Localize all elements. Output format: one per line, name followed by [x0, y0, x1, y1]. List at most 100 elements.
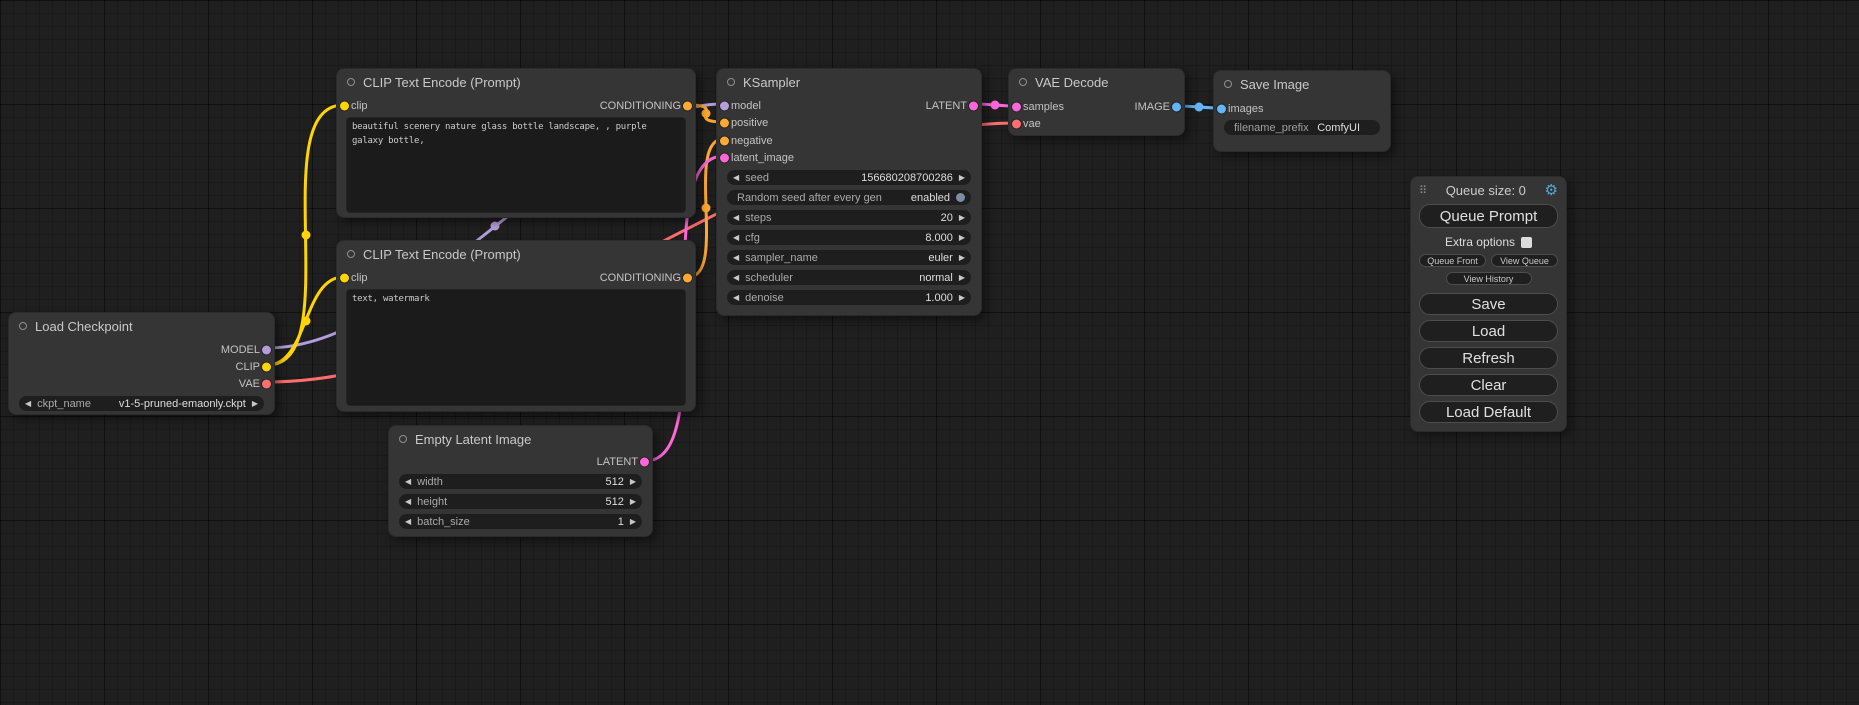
conditioning-output-slot[interactable]	[683, 102, 692, 111]
clip-input-slot[interactable]	[340, 102, 349, 111]
node-load-checkpoint[interactable]: Load Checkpoint MODEL CLIP VAE ◀ ckpt_na…	[8, 312, 275, 415]
queue-prompt-button[interactable]: Queue Prompt	[1419, 204, 1558, 228]
cfg-widget[interactable]: ◀ cfg 8.000 ▶	[727, 230, 971, 245]
vae-output-slot[interactable]	[262, 379, 271, 388]
images-input-slot[interactable]	[1217, 104, 1226, 113]
combo-left-icon[interactable]: ◀	[25, 400, 31, 408]
collapse-dot-icon[interactable]	[347, 250, 355, 258]
combo-left-icon[interactable]: ◀	[733, 274, 739, 282]
combo-right-icon[interactable]: ▶	[252, 400, 258, 408]
seed-widget[interactable]: ◀ seed 156680208700286 ▶	[727, 170, 971, 185]
denoise-widget[interactable]: ◀ denoise 1.000 ▶	[727, 290, 971, 305]
combo-right-icon[interactable]: ▶	[959, 214, 965, 222]
scheduler-widget[interactable]: ◀ scheduler normal ▶	[727, 270, 971, 285]
collapse-dot-icon[interactable]	[727, 78, 735, 86]
sampler-name-widget[interactable]: ◀ sampler_name euler ▶	[727, 250, 971, 265]
collapse-dot-icon[interactable]	[19, 322, 27, 330]
combo-right-icon[interactable]: ▶	[959, 274, 965, 282]
combo-left-icon[interactable]: ◀	[405, 498, 411, 506]
combo-right-icon[interactable]: ▶	[959, 294, 965, 302]
toggle-dot-icon[interactable]	[956, 193, 965, 202]
combo-left-icon[interactable]: ◀	[733, 294, 739, 302]
node-header[interactable]: Empty Latent Image	[389, 426, 652, 452]
node-clip-text-encode-positive[interactable]: CLIP Text Encode (Prompt) clip CONDITION…	[336, 68, 696, 218]
filename-prefix-widget[interactable]: filename_prefix ComfyUI	[1224, 120, 1380, 135]
node-save-image[interactable]: Save Image images filename_prefix ComfyU…	[1213, 70, 1391, 152]
node-header[interactable]: Load Checkpoint	[9, 313, 274, 339]
settings-gear-icon[interactable]: ⚙	[1545, 183, 1558, 198]
collapse-dot-icon[interactable]	[1019, 78, 1027, 86]
combo-left-icon[interactable]: ◀	[405, 478, 411, 486]
combo-left-icon[interactable]: ◀	[733, 254, 739, 262]
combo-right-icon[interactable]: ▶	[959, 234, 965, 242]
node-header[interactable]: CLIP Text Encode (Prompt)	[337, 241, 695, 267]
random-seed-toggle-widget[interactable]: Random seed after every gen enabled	[727, 190, 971, 205]
node-header[interactable]: Save Image	[1214, 71, 1390, 97]
model-input-slot[interactable]	[720, 101, 729, 110]
widget-label: steps	[745, 212, 771, 224]
width-widget[interactable]: ◀ width 512 ▶	[399, 474, 642, 489]
vae-input-slot[interactable]	[1012, 119, 1021, 128]
node-vae-decode[interactable]: VAE Decode samples IMAGE vae	[1008, 68, 1185, 136]
combo-left-icon[interactable]: ◀	[405, 518, 411, 526]
wire-midpoint-dot[interactable]	[302, 317, 311, 326]
clip-output-slot[interactable]	[262, 362, 271, 371]
collapse-dot-icon[interactable]	[1224, 80, 1232, 88]
wire-midpoint-dot[interactable]	[491, 222, 500, 231]
save-button[interactable]: Save	[1419, 293, 1558, 315]
combo-right-icon[interactable]: ▶	[959, 174, 965, 182]
conditioning-output-slot[interactable]	[683, 274, 692, 283]
latent-output-slot[interactable]	[969, 101, 978, 110]
batch-size-widget[interactable]: ◀ batch_size 1 ▶	[399, 514, 642, 529]
combo-right-icon[interactable]: ▶	[630, 498, 636, 506]
wire-midpoint-dot[interactable]	[302, 231, 311, 240]
steps-widget[interactable]: ◀ steps 20 ▶	[727, 210, 971, 225]
node-title: Empty Latent Image	[415, 432, 531, 447]
extra-options-checkbox[interactable]	[1521, 237, 1532, 248]
combo-right-icon[interactable]: ▶	[959, 254, 965, 262]
combo-left-icon[interactable]: ◀	[733, 214, 739, 222]
latent-output-slot[interactable]	[640, 458, 649, 467]
collapse-dot-icon[interactable]	[399, 435, 407, 443]
node-header[interactable]: VAE Decode	[1009, 69, 1184, 95]
comfyui-canvas[interactable]: { "canvas": {"background": "#1f1f1f"}, "…	[0, 0, 1859, 705]
clip-input-slot[interactable]	[340, 274, 349, 283]
wire-midpoint-dot[interactable]	[1195, 103, 1204, 112]
node-clip-text-encode-negative[interactable]: CLIP Text Encode (Prompt) clip CONDITION…	[336, 240, 696, 412]
positive-input-slot[interactable]	[720, 119, 729, 128]
ckpt-name-widget[interactable]: ◀ ckpt_name v1-5-pruned-emaonly.ckpt ▶	[19, 396, 264, 411]
wire-midpoint-dot[interactable]	[702, 204, 711, 213]
load-default-button[interactable]: Load Default	[1419, 401, 1558, 423]
view-history-button[interactable]: View History	[1446, 272, 1532, 285]
image-output-slot[interactable]	[1172, 102, 1181, 111]
combo-left-icon[interactable]: ◀	[733, 174, 739, 182]
node-ksampler[interactable]: KSampler model LATENT positive negative …	[716, 68, 982, 316]
output-row-latent: LATENT	[389, 452, 652, 472]
collapse-dot-icon[interactable]	[347, 78, 355, 86]
node-empty-latent-image[interactable]: Empty Latent Image LATENT ◀ width 512 ▶ …	[388, 425, 653, 537]
combo-right-icon[interactable]: ▶	[630, 518, 636, 526]
combo-right-icon[interactable]: ▶	[630, 478, 636, 486]
latent-image-input-slot[interactable]	[720, 154, 729, 163]
model-output-slot[interactable]	[262, 345, 271, 354]
load-button[interactable]: Load	[1419, 320, 1558, 342]
node-header[interactable]: CLIP Text Encode (Prompt)	[337, 69, 695, 95]
wire-clip-negative	[268, 277, 344, 365]
prompt-textarea[interactable]: beautiful scenery nature glass bottle la…	[346, 117, 686, 213]
view-queue-button[interactable]: View Queue	[1491, 254, 1558, 267]
combo-left-icon[interactable]: ◀	[733, 234, 739, 242]
clear-button[interactable]: Clear	[1419, 374, 1558, 396]
negative-input-slot[interactable]	[720, 136, 729, 145]
height-widget[interactable]: ◀ height 512 ▶	[399, 494, 642, 509]
wire-midpoint-dot[interactable]	[991, 101, 1000, 110]
wire-midpoint-dot[interactable]	[702, 109, 711, 118]
queue-front-button[interactable]: Queue Front	[1419, 254, 1486, 267]
node-title: KSampler	[743, 75, 800, 90]
drag-handle-icon[interactable]: ⠿	[1419, 184, 1427, 197]
refresh-button[interactable]: Refresh	[1419, 347, 1558, 369]
prompt-textarea[interactable]: text, watermark	[346, 289, 686, 406]
samples-input-slot[interactable]	[1012, 102, 1021, 111]
node-header[interactable]: KSampler	[717, 69, 981, 95]
output-label-latent: LATENT	[597, 456, 638, 468]
input-label-negative: negative	[731, 135, 773, 147]
